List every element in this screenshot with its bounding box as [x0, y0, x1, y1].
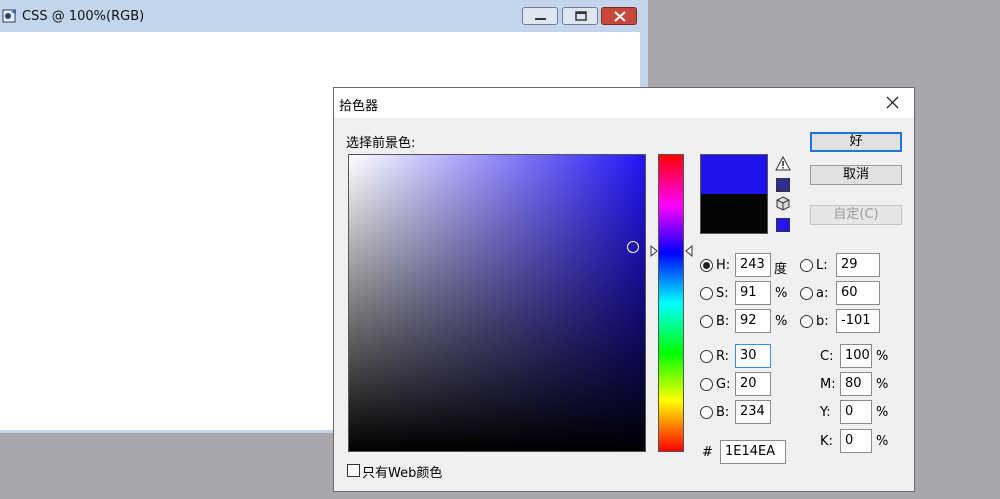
unit-h: 度	[774, 262, 788, 277]
label-k: K:	[820, 434, 833, 449]
input-k[interactable]: 0	[840, 429, 872, 453]
label-s: S:	[716, 286, 729, 301]
slider-right-arrow-icon[interactable]	[685, 245, 693, 257]
document-titlebar[interactable]: CSS @ 100%(RGB)	[0, 0, 648, 32]
input-y[interactable]: 0	[840, 400, 872, 424]
unit-k: %	[876, 434, 889, 449]
unit-s: %	[775, 286, 788, 301]
input-s[interactable]: 91	[735, 281, 771, 305]
label-c: C:	[820, 349, 834, 364]
web-safe-cube-icon[interactable]	[775, 196, 791, 212]
radio-l[interactable]	[800, 259, 813, 272]
minimize-button[interactable]	[522, 7, 558, 25]
input-l[interactable]: 29	[836, 253, 880, 277]
input-lab-b[interactable]: -101	[836, 309, 880, 333]
select-foreground-label: 选择前景色:	[346, 136, 416, 151]
label-b: B:	[716, 314, 730, 329]
input-hex[interactable]: 1E14EA	[720, 440, 786, 464]
label-h: H:	[716, 258, 731, 273]
maximize-button[interactable]	[562, 7, 598, 25]
input-b[interactable]: 92	[735, 309, 771, 333]
radio-g[interactable]	[700, 378, 713, 391]
slider-left-arrow-icon[interactable]	[650, 245, 658, 257]
radio-r[interactable]	[700, 350, 713, 363]
color-field[interactable]	[348, 154, 646, 452]
input-g[interactable]: 20	[735, 372, 771, 396]
new-color-swatch	[700, 154, 768, 194]
custom-colors-button[interactable]: 自定(C)	[810, 205, 902, 225]
input-m[interactable]: 80	[840, 372, 872, 396]
radio-lab-b[interactable]	[800, 315, 813, 328]
input-c[interactable]: 100	[840, 344, 872, 368]
web-colors-only-label: 只有Web颜色	[362, 466, 443, 481]
label-m: M:	[820, 377, 836, 392]
cancel-button[interactable]: 取消	[810, 165, 902, 185]
label-r: R:	[716, 349, 730, 364]
web-colors-only-checkbox[interactable]	[347, 464, 360, 477]
label-rgb-b: B:	[716, 405, 730, 420]
unit-c: %	[876, 349, 889, 364]
gamut-color-swatch[interactable]	[776, 178, 790, 192]
radio-s[interactable]	[700, 287, 713, 300]
photoshop-document-icon	[2, 8, 18, 24]
dialog-close-button[interactable]	[882, 93, 904, 113]
label-lab-b: b:	[816, 314, 829, 329]
current-color-swatch[interactable]	[700, 194, 768, 234]
color-field-marker[interactable]	[627, 241, 639, 253]
input-h[interactable]: 243	[735, 253, 771, 277]
hue-slider[interactable]	[658, 154, 684, 452]
label-hex: #	[702, 445, 713, 460]
web-safe-color-swatch[interactable]	[776, 218, 790, 232]
unit-y: %	[876, 405, 889, 420]
label-y: Y:	[820, 405, 831, 420]
minimize-icon	[535, 18, 546, 20]
input-r[interactable]: 30	[735, 344, 771, 368]
close-button[interactable]	[601, 7, 637, 25]
radio-rgb-b[interactable]	[700, 406, 713, 419]
dialog-titlebar[interactable]: 拾色器	[334, 88, 914, 118]
ok-button[interactable]: 好	[810, 132, 902, 152]
input-rgb-b[interactable]: 234	[735, 400, 771, 424]
close-icon	[614, 11, 626, 22]
label-g: G:	[716, 377, 731, 392]
label-a: a:	[816, 286, 829, 301]
color-picker-dialog: 拾色器 选择前景色: 好 取消 自定(C) H: 243 度 S: 91 % B…	[333, 87, 915, 492]
dialog-title: 拾色器	[339, 99, 379, 114]
label-l: L:	[816, 258, 828, 273]
radio-b[interactable]	[700, 315, 713, 328]
unit-m: %	[876, 377, 889, 392]
close-icon	[886, 96, 899, 109]
input-a[interactable]: 60	[836, 281, 880, 305]
document-title: CSS @ 100%(RGB)	[22, 9, 145, 24]
radio-h[interactable]	[700, 259, 713, 272]
unit-b: %	[775, 314, 788, 329]
radio-a[interactable]	[800, 287, 813, 300]
out-of-gamut-warning-icon[interactable]	[775, 156, 791, 171]
maximize-icon	[575, 11, 587, 21]
